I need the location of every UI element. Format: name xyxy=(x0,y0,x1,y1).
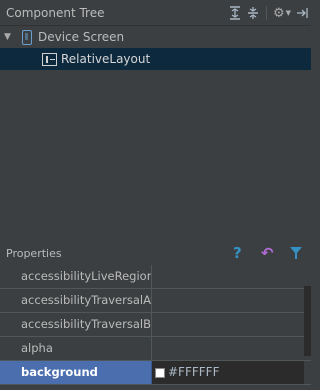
hide-icon[interactable] xyxy=(293,4,311,22)
property-row[interactable]: accessibilityLiveRegion xyxy=(0,265,311,289)
tree-item-label: Device Screen xyxy=(38,30,125,44)
relative-layout-icon xyxy=(42,52,57,66)
component-tree-title: Component Tree xyxy=(6,6,105,20)
property-name: alpha xyxy=(0,337,152,360)
property-row-selected[interactable]: background #FFFFFF xyxy=(0,361,311,385)
component-tree-header: Component Tree ⚙ ▼ xyxy=(0,0,311,26)
property-value[interactable] xyxy=(152,289,304,312)
properties-title: Properties xyxy=(6,247,62,260)
toolbar-separator xyxy=(266,6,267,20)
property-name: accessibilityTraversalBefore xyxy=(0,313,152,336)
property-row[interactable]: accessibilityTraversalBefore xyxy=(0,313,311,337)
tree-item-relative-layout[interactable]: RelativeLayout xyxy=(0,48,311,70)
property-value-text: #FFFFFF xyxy=(168,365,220,379)
color-swatch-icon[interactable] xyxy=(155,367,165,378)
properties-scrollbar[interactable] xyxy=(304,286,311,356)
scroll-gutter xyxy=(304,265,311,288)
scroll-gutter xyxy=(304,361,311,384)
gear-icon[interactable]: ⚙ ▼ xyxy=(271,4,293,22)
property-value[interactable]: #FFFFFF xyxy=(152,361,304,384)
component-tree-toolbar: ⚙ ▼ xyxy=(226,4,311,22)
property-value[interactable] xyxy=(152,337,304,360)
property-row[interactable]: alpha xyxy=(0,337,311,361)
property-value[interactable] xyxy=(152,265,304,288)
filter-icon[interactable] xyxy=(290,247,302,259)
tree-item-device-screen[interactable]: ▼ Device Screen xyxy=(0,26,311,48)
expand-triangle-icon[interactable]: ▼ xyxy=(4,33,12,42)
device-icon xyxy=(22,29,32,45)
property-name: accessibilityLiveRegion xyxy=(0,265,152,288)
property-name: accessibilityTraversalAfter xyxy=(0,289,152,312)
property-name: background xyxy=(0,361,152,384)
tree-item-label: RelativeLayout xyxy=(61,52,151,66)
properties-header: Properties ? ↶ xyxy=(0,243,311,265)
collapse-all-icon[interactable] xyxy=(244,4,262,22)
help-icon[interactable]: ? xyxy=(233,244,242,262)
properties-table: accessibilityLiveRegion accessibilityTra… xyxy=(0,265,311,385)
undo-icon[interactable]: ↶ xyxy=(261,244,274,262)
property-value[interactable] xyxy=(152,313,304,336)
expand-all-icon[interactable] xyxy=(226,4,244,22)
property-row[interactable]: accessibilityTraversalAfter xyxy=(0,289,311,313)
